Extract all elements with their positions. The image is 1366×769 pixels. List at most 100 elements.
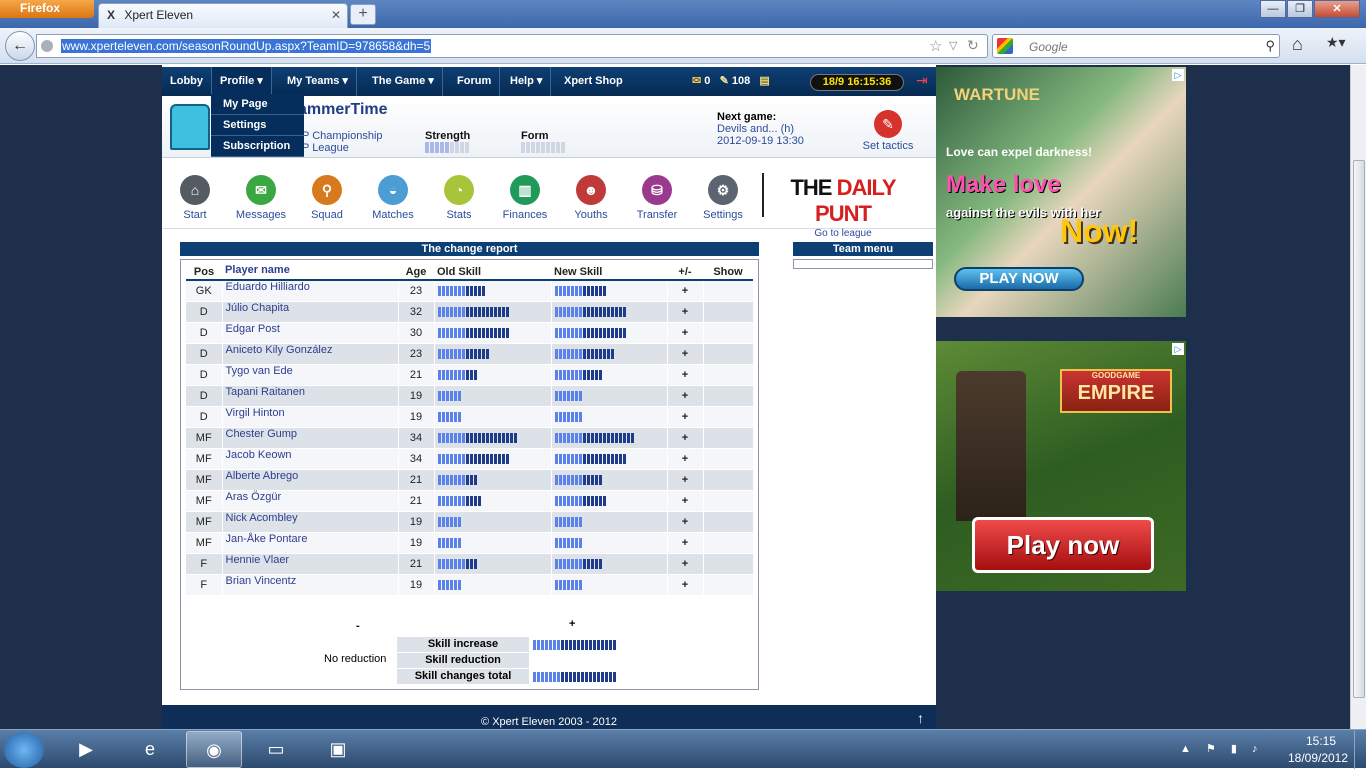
internet-explorer-icon[interactable]: e (122, 731, 178, 768)
mail-icon[interactable]: ✉ (692, 75, 701, 87)
player-name-link[interactable]: Brian Vincentz (221, 574, 398, 596)
home-icon[interactable]: ⌂ (1292, 34, 1303, 55)
plus-minus-cell[interactable]: + (666, 406, 703, 428)
plus-minus-cell[interactable]: + (666, 427, 703, 449)
remote-desktop-icon[interactable]: ▣ (310, 731, 366, 768)
firefox-taskbar-icon[interactable]: ◉ (186, 731, 242, 768)
team-name[interactable]: ammerTime (298, 101, 388, 119)
back-button[interactable]: ← (5, 31, 35, 61)
player-name-link[interactable]: Virgil Hinton (221, 406, 398, 428)
menu-messages-button[interactable]: ✉ Messages (231, 175, 291, 221)
league-line-2[interactable]: P League (302, 142, 349, 154)
set-tactics-button[interactable]: ✎ Set tactics (860, 110, 916, 152)
nav-xpert-shop[interactable]: Xpert Shop (556, 67, 631, 96)
ad-play-now-button[interactable]: Play now (972, 517, 1154, 573)
plus-minus-cell[interactable]: + (666, 490, 703, 512)
menu-settings-button[interactable]: ⚙ Settings (693, 175, 753, 221)
col-new-skill[interactable]: New Skill (551, 264, 667, 281)
chevron-down-icon[interactable]: ▽ (949, 39, 957, 52)
search-icon[interactable]: ⚲ (1265, 38, 1275, 54)
player-name-link[interactable]: Hennie Vlaer (221, 553, 398, 575)
plus-minus-cell[interactable]: + (666, 469, 703, 491)
firefox-menu-button[interactable]: Firefox (0, 0, 94, 18)
start-button[interactable] (4, 732, 44, 768)
daily-punt-banner[interactable]: THE DAILY PUNT Go to league (762, 173, 922, 239)
close-window-button[interactable]: ✕ (1314, 0, 1360, 18)
new-tab-button[interactable]: + (350, 4, 376, 25)
nav-my-teams[interactable]: My Teams ▾ (279, 67, 357, 96)
player-name-link[interactable]: Aniceto Kily González (221, 343, 398, 365)
url-text[interactable]: www.xperteleven.com/seasonRoundUp.aspx?T… (61, 39, 432, 53)
nav-forum[interactable]: Forum (449, 67, 501, 96)
plus-minus-cell[interactable]: + (666, 385, 703, 407)
nav-lobby[interactable]: Lobby (162, 67, 212, 96)
plus-minus-cell[interactable]: + (666, 448, 703, 470)
search-bar[interactable]: Google ⚲ (992, 34, 1280, 58)
ad-play-now-button[interactable]: PLAY NOW (954, 267, 1084, 291)
dropdown-settings[interactable]: Settings (211, 115, 304, 136)
player-name-link[interactable]: Tygo van Ede (221, 364, 398, 386)
vertical-scrollbar[interactable] (1350, 65, 1366, 729)
player-name-link[interactable]: Júlio Chapita (221, 301, 398, 323)
scrollbar-thumb[interactable] (1353, 160, 1365, 698)
adchoices-icon[interactable]: ▷ (1172, 69, 1184, 81)
search-input[interactable]: Google (1029, 40, 1068, 54)
player-name-link[interactable]: Alberte Abrego (221, 469, 398, 491)
browser-tab[interactable]: X Xpert Eleven ✕ (98, 3, 348, 28)
plus-minus-cell[interactable]: + (666, 301, 703, 323)
plus-minus-cell[interactable]: + (666, 364, 703, 386)
col-player-name[interactable]: Player name (222, 264, 398, 281)
dropdown-subscription[interactable]: Subscription (211, 136, 304, 157)
plus-minus-cell[interactable]: + (666, 511, 703, 533)
menu-youths-button[interactable]: ☻ Youths (561, 175, 621, 221)
back-to-top-icon[interactable]: ↑ (917, 701, 924, 729)
player-name-link[interactable]: Nick Acombley (221, 511, 398, 533)
menu-finances-button[interactable]: ▥ Finances (495, 175, 555, 221)
tray-icons[interactable]: ▲ ⚑ ▮ ♪ (1180, 742, 1263, 755)
menu-squad-button[interactable]: ⚲ Squad (297, 175, 357, 221)
league-line-1[interactable]: P Championship (302, 130, 383, 142)
dropdown-my-page[interactable]: My Page (211, 94, 304, 115)
plus-minus-cell[interactable]: + (666, 532, 703, 554)
plus-minus-cell[interactable]: + (666, 553, 703, 575)
media-player-icon[interactable]: ▶ (58, 731, 114, 768)
notepad-icon[interactable]: ▤ (759, 75, 769, 87)
player-name-link[interactable]: Eduardo Hilliardo (221, 280, 398, 302)
nav-help[interactable]: Help ▾ (502, 67, 552, 96)
player-name-link[interactable]: Edgar Post (221, 322, 398, 344)
taskbar-time[interactable]: 15:15 (1286, 734, 1356, 748)
plus-minus-cell[interactable]: + (666, 322, 703, 344)
bookmarks-icon[interactable]: ★▾ (1326, 34, 1346, 51)
explorer-folder-icon[interactable]: ▭ (248, 731, 304, 768)
col-old-skill[interactable]: Old Skill (434, 264, 551, 281)
menu-start-button[interactable]: ⌂ Start (165, 175, 225, 221)
show-desktop-button[interactable] (1354, 730, 1366, 769)
menu-transfer-button[interactable]: ⛁ Transfer (627, 175, 687, 221)
taskbar-date[interactable]: 18/09/2012 (1278, 751, 1358, 765)
nav-profile[interactable]: Profile ▾ (212, 67, 272, 96)
empire-ad[interactable]: ▷ GOODGAME EMPIRE Play now (936, 341, 1186, 591)
plus-minus-cell[interactable]: + (666, 574, 703, 596)
player-name-link[interactable]: Tapani Raitanen (221, 385, 398, 407)
exit-icon[interactable]: ⇥ (916, 72, 928, 89)
player-name-link[interactable]: Jan-Åke Pontare (221, 532, 398, 554)
close-tab-icon[interactable]: ✕ (331, 8, 341, 22)
plus-minus-cell[interactable]: + (666, 343, 703, 365)
plus-minus-cell[interactable]: + (666, 280, 703, 302)
url-bar[interactable]: www.xperteleven.com/seasonRoundUp.aspx?T… (36, 34, 988, 58)
player-name-link[interactable]: Chester Gump (221, 427, 398, 449)
adchoices-icon[interactable]: ▷ (1172, 343, 1184, 355)
nav-the-game[interactable]: The Game ▾ (364, 67, 443, 96)
ticket-icon[interactable]: ✎ (720, 75, 729, 87)
col-pos[interactable]: Pos (186, 264, 222, 281)
google-icon[interactable] (997, 38, 1013, 54)
player-name-link[interactable]: Jacob Keown (221, 448, 398, 470)
bookmark-star-icon[interactable]: ☆ (929, 37, 942, 55)
player-name-link[interactable]: Aras Özgür (221, 490, 398, 512)
col-age[interactable]: Age (398, 264, 434, 281)
next-game-opponent[interactable]: Devils and... (h) (717, 123, 804, 135)
reload-icon[interactable]: ↻ (967, 37, 979, 54)
team-shirt-icon[interactable] (170, 104, 210, 150)
menu-stats-button[interactable]: ◔ Stats (429, 175, 489, 221)
go-to-league-link[interactable]: Go to league (814, 228, 871, 239)
